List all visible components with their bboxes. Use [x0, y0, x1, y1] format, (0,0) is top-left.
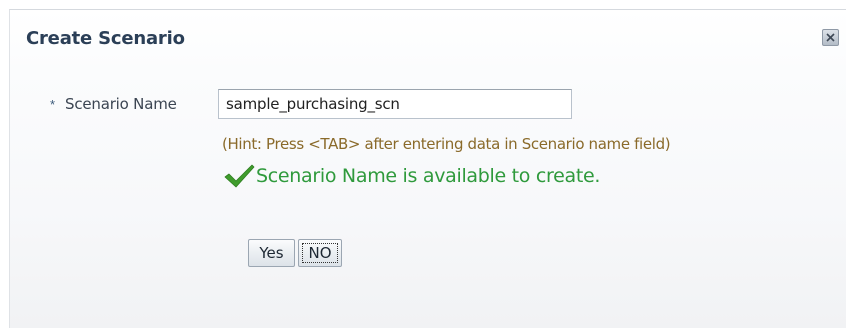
yes-button[interactable]: Yes: [248, 239, 295, 267]
scenario-name-input[interactable]: [218, 89, 572, 119]
success-message: Scenario Name is available to create.: [256, 165, 601, 187]
dialog-title: Create Scenario: [26, 28, 185, 49]
no-button-label: NO: [308, 244, 332, 262]
scenario-name-label: Scenario Name: [65, 95, 177, 113]
checkmark-icon: [224, 164, 255, 188]
availability-message: Scenario Name is available to create.: [222, 160, 600, 192]
required-marker: *: [50, 97, 56, 112]
close-button[interactable]: [822, 29, 839, 46]
close-icon: [826, 33, 835, 42]
create-scenario-dialog: Create Scenario * Scenario Name (Hint: P…: [9, 9, 846, 328]
no-button[interactable]: NO: [298, 239, 342, 267]
hint-text: (Hint: Press <TAB> after entering data i…: [222, 135, 671, 153]
